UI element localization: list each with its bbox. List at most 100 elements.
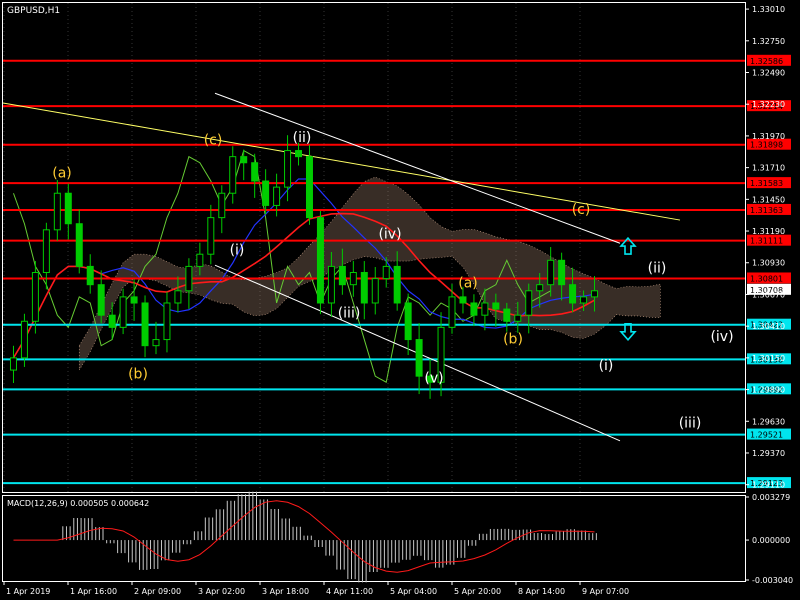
candle-body bbox=[174, 290, 182, 304]
wave-label: (i) bbox=[230, 242, 245, 258]
chart-title: GBPUSD,H1 bbox=[7, 6, 60, 16]
wave-label: (c) bbox=[204, 133, 223, 149]
candle-body bbox=[415, 339, 423, 377]
candle-body bbox=[569, 284, 577, 304]
time-tick-label: 1 Apr 16:00 bbox=[70, 587, 117, 596]
candle-body bbox=[580, 296, 588, 304]
candle-body bbox=[558, 259, 566, 286]
level-price-label: 1.29521 bbox=[750, 431, 783, 440]
wave-label: (iii) bbox=[679, 415, 702, 431]
candle-body bbox=[163, 302, 171, 341]
candle-body bbox=[382, 265, 390, 280]
candle-body bbox=[503, 308, 511, 322]
price-tick-label: 1.31190 bbox=[752, 227, 785, 236]
level-price-label: 1.31363 bbox=[750, 206, 783, 215]
candle-body bbox=[262, 180, 270, 206]
candle-body bbox=[273, 186, 281, 206]
candle-body bbox=[53, 192, 61, 231]
candle-body bbox=[338, 265, 346, 286]
candle-body bbox=[20, 320, 28, 359]
candle-body bbox=[86, 265, 94, 286]
candle-body bbox=[404, 302, 412, 341]
candle-body bbox=[240, 156, 248, 164]
price-tick-label: 1.29890 bbox=[752, 386, 785, 395]
macd-pane-frame bbox=[2, 495, 746, 582]
candle-body bbox=[130, 296, 138, 304]
candle-body bbox=[295, 150, 303, 158]
wave-label: (iv) bbox=[378, 226, 401, 242]
wave-label: (b) bbox=[503, 331, 523, 347]
price-tick-label: 1.31450 bbox=[752, 195, 785, 204]
price-tick-label: 1.30930 bbox=[752, 259, 785, 268]
time-tick-label: 1 Apr 2019 bbox=[6, 587, 50, 596]
candle-body bbox=[547, 259, 555, 286]
candle-body bbox=[31, 271, 39, 322]
candle-body bbox=[327, 265, 335, 304]
candle-body bbox=[108, 314, 116, 328]
wave-label: (ii) bbox=[293, 130, 312, 146]
macd-tick-label: 0.000000 bbox=[752, 536, 790, 545]
candle-body bbox=[141, 302, 149, 347]
time-tick-label: 3 Apr 18:00 bbox=[262, 587, 309, 596]
candle-body bbox=[492, 302, 500, 310]
candle-body bbox=[514, 314, 522, 322]
price-tick-label: 1.30150 bbox=[752, 354, 785, 363]
price-tick-label: 1.32490 bbox=[752, 69, 785, 78]
candle-body bbox=[360, 271, 368, 304]
wave-label: (iv) bbox=[710, 329, 733, 345]
candle-body bbox=[371, 278, 379, 304]
wave-label: (i) bbox=[599, 358, 614, 374]
wave-label: (v) bbox=[424, 370, 443, 386]
candle-body bbox=[229, 156, 237, 194]
wave-label: (a) bbox=[52, 166, 72, 182]
price-tick-label: 1.29630 bbox=[752, 417, 785, 426]
price-tick-label: 1.32230 bbox=[752, 100, 785, 109]
price-tick-label: 1.31970 bbox=[752, 132, 785, 141]
candle-body bbox=[470, 302, 478, 316]
wave-label: (a) bbox=[458, 275, 478, 291]
macd-tick-label: 0.003279 bbox=[752, 493, 790, 502]
time-tick-label: 3 Apr 02:00 bbox=[198, 587, 245, 596]
candle-body bbox=[42, 229, 50, 273]
candle-body bbox=[196, 253, 204, 267]
price-tick-label: 1.30410 bbox=[752, 322, 785, 331]
candle-body bbox=[9, 357, 17, 371]
candle-body bbox=[75, 223, 83, 267]
time-tick-label: 8 Apr 14:00 bbox=[518, 587, 565, 596]
time-tick-label: 2 Apr 09:00 bbox=[134, 587, 181, 596]
price-tick-label: 1.31710 bbox=[752, 164, 785, 173]
candle-body bbox=[284, 150, 292, 188]
price-tick-label: 1.29370 bbox=[752, 449, 785, 458]
arrow-down-icon bbox=[619, 323, 637, 342]
candle-body bbox=[185, 265, 193, 292]
price-tick-label: 1.32750 bbox=[752, 37, 785, 46]
wave-label: (iii) bbox=[338, 306, 361, 322]
wave-label: (c) bbox=[572, 202, 591, 218]
time-tick-label: 9 Apr 07:00 bbox=[582, 587, 629, 596]
chart-canvas: 1.325861.322141.318981.315831.313631.311… bbox=[2, 2, 793, 596]
level-price-label: 1.32586 bbox=[750, 57, 783, 66]
candle-body bbox=[97, 284, 105, 316]
time-axis: 1 Apr 2019 1 Apr 16:00 2 Apr 09:00 3 Apr 02… bbox=[3, 581, 629, 596]
price-tick-label: 1.29110 bbox=[752, 481, 785, 490]
time-tick-label: 5 Apr 04:00 bbox=[390, 587, 437, 596]
candle-body bbox=[207, 217, 215, 255]
candle-body bbox=[349, 271, 357, 286]
level-price-label: 1.31583 bbox=[750, 179, 783, 188]
price-tick-label: 1.30670 bbox=[752, 290, 785, 299]
level-price-label: 1.31898 bbox=[750, 141, 783, 150]
wave-label: (ii) bbox=[648, 261, 667, 277]
candle-body bbox=[448, 296, 456, 328]
candle-body bbox=[251, 162, 259, 182]
price-axis: 1.33010 1.32750 1.32490 1.32230 1.31970 1.317… bbox=[745, 5, 785, 490]
candle-body bbox=[481, 302, 489, 316]
candle-body bbox=[119, 296, 127, 328]
candle-body bbox=[459, 296, 467, 304]
candle-body bbox=[393, 265, 401, 304]
wave-labels: (a) (b) (c) (ii) (i) (iv) (iii) (v) (a) (b) (c) (ii… bbox=[52, 130, 733, 431]
time-tick-label: 5 Apr 20:00 bbox=[454, 587, 501, 596]
candle-body bbox=[525, 290, 533, 316]
candle-body bbox=[64, 192, 72, 225]
price-tick-label: 1.33010 bbox=[752, 5, 785, 14]
candle-body bbox=[218, 192, 226, 219]
